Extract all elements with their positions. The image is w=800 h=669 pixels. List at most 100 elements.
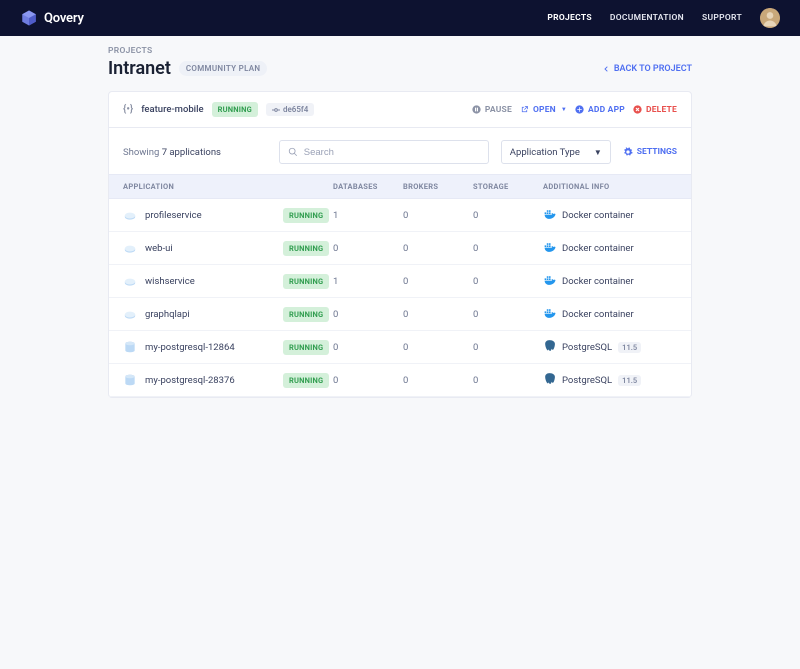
app-name: wishservice — [145, 276, 195, 287]
databases-cell: 1 — [333, 276, 403, 287]
storage-cell: 0 — [473, 276, 543, 287]
table-row[interactable]: my-postgresql-28376RUNNING000PostgreSQL1… — [109, 364, 691, 397]
breadcrumb[interactable]: PROJECTS — [108, 46, 692, 56]
app-cell: graphqlapi — [123, 307, 283, 321]
storage-cell: 0 — [473, 210, 543, 221]
info-text: Docker container — [562, 243, 634, 254]
databases-cell: 0 — [333, 342, 403, 353]
docker-icon — [543, 306, 556, 322]
commit-hash: de65f4 — [283, 105, 308, 114]
version-badge: 11.5 — [618, 375, 641, 386]
brokers-cell: 0 — [403, 210, 473, 221]
table-row[interactable]: wishserviceRUNNING100Docker container — [109, 265, 691, 298]
app-cell: wishservice — [123, 274, 283, 288]
col-brokers: BROKERS — [403, 182, 473, 191]
info-text: PostgreSQL — [562, 375, 612, 386]
plus-icon — [575, 105, 584, 114]
search-field[interactable] — [279, 140, 489, 164]
branch-icon: {•} — [123, 104, 133, 115]
info-text: Docker container — [562, 276, 634, 287]
info-text: PostgreSQL — [562, 342, 612, 353]
nav-projects[interactable]: PROJECTS — [547, 13, 592, 23]
app-status: RUNNING — [283, 276, 333, 287]
pause-label: PAUSE — [485, 105, 512, 115]
nav-documentation[interactable]: DOCUMENTATION — [610, 13, 684, 23]
logo-icon — [20, 9, 38, 27]
info-cell: Docker container — [543, 240, 677, 256]
storage-cell: 0 — [473, 309, 543, 320]
storage-cell: 0 — [473, 375, 543, 386]
app-name: graphqlapi — [145, 309, 190, 320]
delete-icon — [633, 105, 642, 114]
showing-text: Showing 7 applications — [123, 147, 267, 158]
table-row[interactable]: graphqlapiRUNNING000Docker container — [109, 298, 691, 331]
info-text: Docker container — [562, 210, 634, 221]
chevron-down-icon: ▼ — [561, 106, 567, 113]
add-app-button[interactable]: ADD APP — [575, 105, 625, 115]
info-text: Docker container — [562, 309, 634, 320]
showing-prefix: Showing — [123, 147, 162, 158]
app-status: RUNNING — [283, 309, 333, 320]
cloud-icon — [123, 241, 137, 255]
env-status: RUNNING — [212, 102, 258, 117]
delete-label: DELETE — [646, 105, 677, 115]
info-cell: Docker container — [543, 273, 677, 289]
pause-button[interactable]: PAUSE — [472, 105, 512, 115]
databases-cell: 0 — [333, 309, 403, 320]
avatar[interactable] — [760, 8, 780, 28]
brokers-cell: 0 — [403, 309, 473, 320]
app-cell: web-ui — [123, 241, 283, 255]
app-status: RUNNING — [283, 342, 333, 353]
app-status: RUNNING — [283, 210, 333, 221]
database-icon — [123, 373, 137, 387]
navbar: Qovery PROJECTS DOCUMENTATION SUPPORT — [0, 0, 800, 36]
cloud-icon — [123, 307, 137, 321]
postgres-icon — [543, 339, 556, 355]
table-row[interactable]: profileserviceRUNNING100Docker container — [109, 199, 691, 232]
docker-icon — [543, 207, 556, 223]
delete-button[interactable]: DELETE — [633, 105, 677, 115]
brokers-cell: 0 — [403, 342, 473, 353]
open-icon — [520, 105, 529, 114]
app-name: web-ui — [145, 243, 173, 254]
settings-label: SETTINGS — [637, 147, 677, 157]
docker-icon — [543, 273, 556, 289]
page-title: Intranet — [108, 58, 171, 79]
showing-count: 7 applications — [162, 147, 221, 158]
search-input[interactable] — [304, 147, 480, 158]
app-name: my-postgresql-28376 — [145, 375, 235, 386]
databases-cell: 1 — [333, 210, 403, 221]
info-cell: Docker container — [543, 207, 677, 223]
branch-name: feature-mobile — [141, 104, 203, 115]
toolbar: Showing 7 applications Application Type … — [109, 128, 691, 174]
version-badge: 11.5 — [618, 342, 641, 353]
brokers-cell: 0 — [403, 243, 473, 254]
open-label: OPEN — [533, 105, 556, 115]
postgres-icon — [543, 372, 556, 388]
plan-badge: COMMUNITY PLAN — [179, 61, 267, 76]
cloud-icon — [123, 208, 137, 222]
table-row[interactable]: my-postgresql-12864RUNNING000PostgreSQL1… — [109, 331, 691, 364]
navbar-brand[interactable]: Qovery — [20, 9, 84, 27]
gear-icon — [623, 147, 633, 157]
type-select[interactable]: Application Type ▼ — [501, 140, 611, 164]
pause-icon — [472, 105, 481, 114]
info-cell: PostgreSQL 11.5 — [543, 372, 677, 388]
open-button[interactable]: OPEN ▼ — [520, 105, 567, 115]
info-cell: PostgreSQL 11.5 — [543, 339, 677, 355]
search-icon — [288, 147, 298, 157]
nav-support[interactable]: SUPPORT — [702, 13, 742, 23]
brokers-cell: 0 — [403, 276, 473, 287]
settings-button[interactable]: SETTINGS — [623, 147, 677, 157]
col-databases: DATABASES — [333, 182, 403, 191]
table-row[interactable]: web-uiRUNNING000Docker container — [109, 232, 691, 265]
app-name: my-postgresql-12864 — [145, 342, 235, 353]
databases-cell: 0 — [333, 243, 403, 254]
storage-cell: 0 — [473, 342, 543, 353]
back-to-project[interactable]: BACK TO PROJECT — [602, 64, 692, 74]
database-icon — [123, 340, 137, 354]
add-app-label: ADD APP — [588, 105, 625, 115]
col-storage: STORAGE — [473, 182, 543, 191]
app-cell: my-postgresql-28376 — [123, 373, 283, 387]
navbar-right: PROJECTS DOCUMENTATION SUPPORT — [547, 8, 780, 28]
